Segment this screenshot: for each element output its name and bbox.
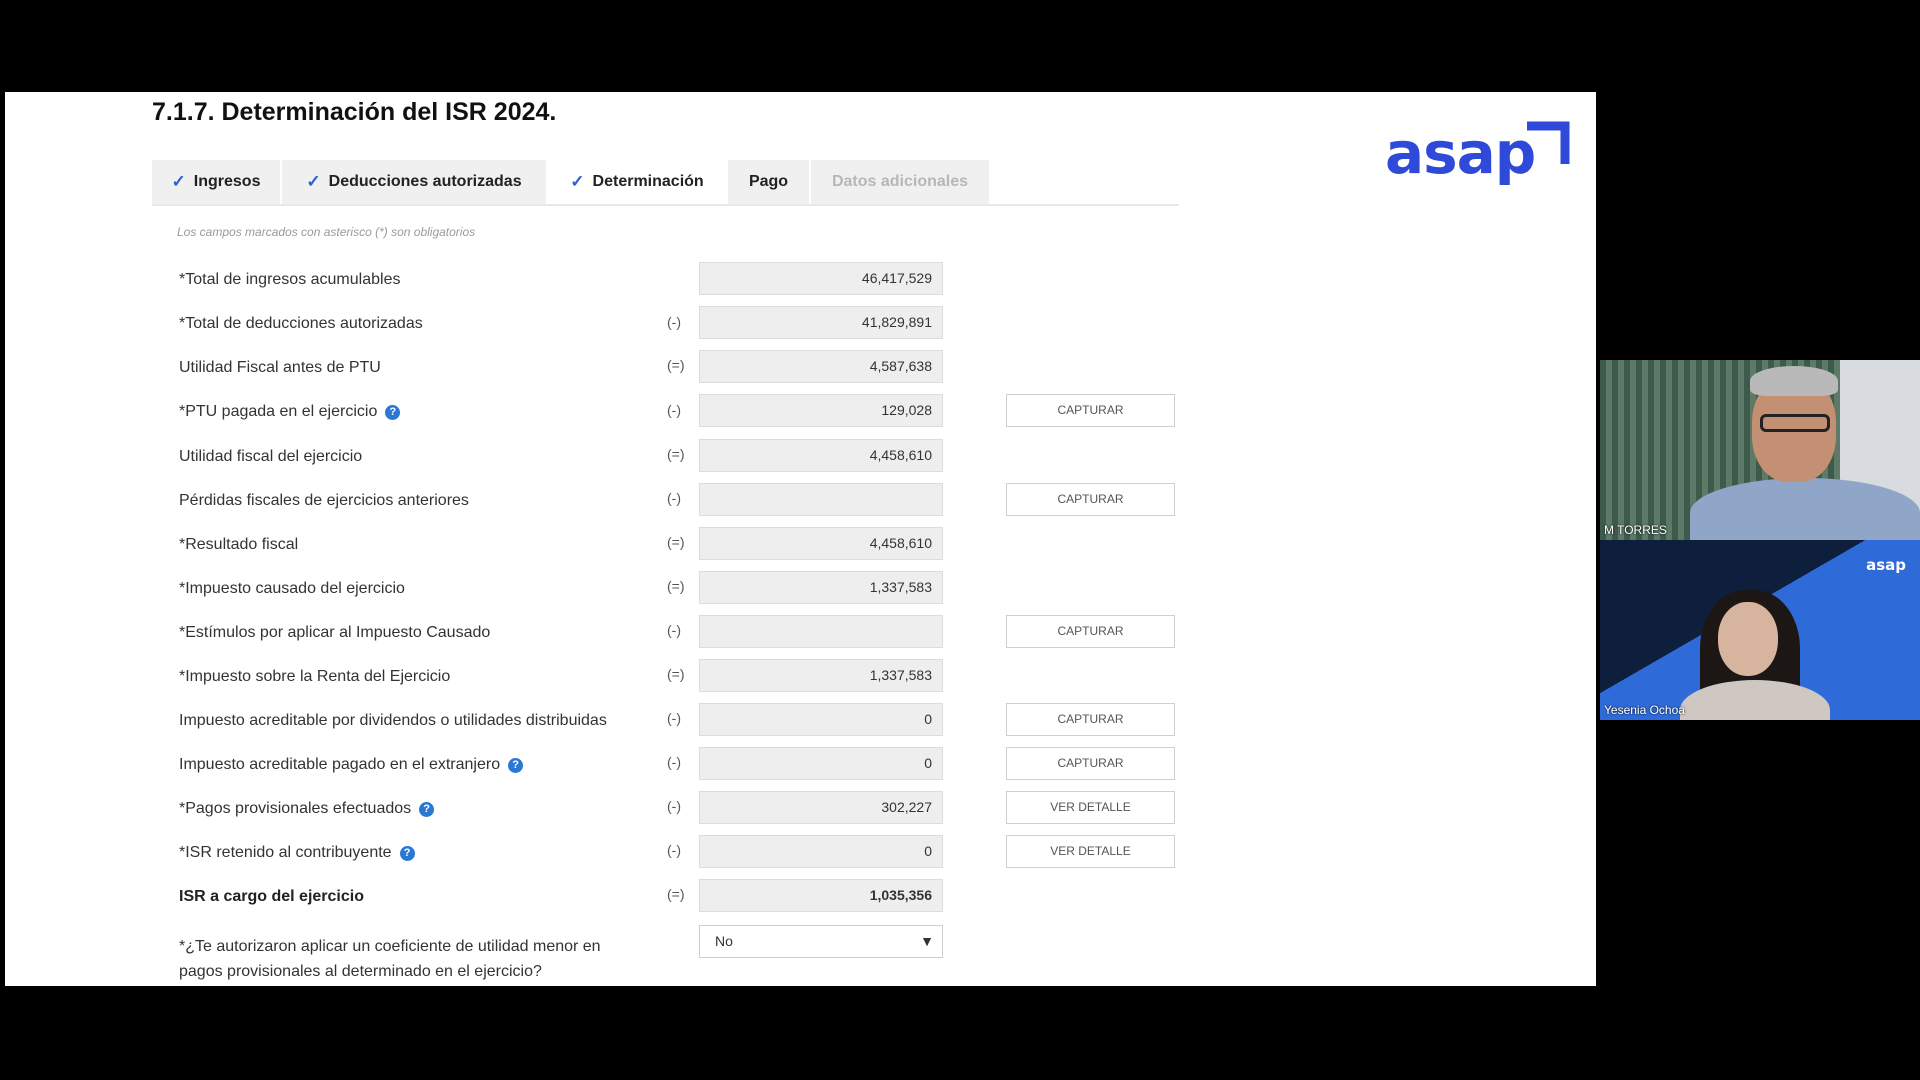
operator-label: (-) xyxy=(667,490,681,506)
operator-label: (-) xyxy=(667,314,681,330)
isr-a-cargo-field: 1,035,356 xyxy=(699,879,943,912)
row-label: Utilidad Fiscal antes de PTU xyxy=(179,359,381,376)
value-field: 1,337,583 xyxy=(699,571,943,604)
row-label: *Resultado fiscal xyxy=(179,536,299,553)
tab-deducciones-autorizadas[interactable]: ✓ Deducciones autorizadas xyxy=(282,160,548,204)
row-label-text: Impuesto acreditable pagado en el extran… xyxy=(179,756,501,773)
participant-shirt xyxy=(1690,478,1920,540)
row-label-text: *Pagos provisionales efectuados xyxy=(179,800,412,817)
operator-label: (=) xyxy=(667,534,685,550)
participant-hair xyxy=(1750,366,1838,396)
row-label-with-help: *ISR retenido al contribuyente? xyxy=(179,844,415,862)
participant-video-1: M TORRES xyxy=(1600,360,1920,540)
operator-label: (=) xyxy=(667,666,685,682)
help-icon[interactable]: ? xyxy=(385,405,401,420)
coeficiente-select[interactable]: No ▼ xyxy=(699,925,943,958)
step-tabs: ✓ Ingresos ✓ Deducciones autorizadas ✓ D… xyxy=(152,160,1179,206)
capture-estimulos-button[interactable]: CAPTURAR xyxy=(1006,615,1175,648)
operator-label: (=) xyxy=(667,446,685,462)
capture-dividendos-button[interactable]: CAPTURAR xyxy=(1006,703,1175,736)
asap-logo-small: asap xyxy=(1866,556,1906,574)
value-field: 46,417,529 xyxy=(699,262,943,295)
row-label: Impuesto acreditable por dividendos o ut… xyxy=(179,712,607,729)
page-title: 7.1.7. Determinación del ISR 2024. xyxy=(152,98,557,126)
asap-logo: asap xyxy=(1385,119,1570,190)
tab-label: Ingresos xyxy=(193,173,261,190)
brand-wordmark: asap xyxy=(1385,119,1536,187)
operator-label: (-) xyxy=(667,842,681,858)
tab-pago[interactable]: Pago xyxy=(728,160,811,204)
operator-label: (-) xyxy=(667,798,681,814)
row-label: *Total de deducciones autorizadas xyxy=(179,315,423,332)
operator-label: (-) xyxy=(667,754,681,770)
value-field: 1,337,583 xyxy=(699,659,943,692)
view-pagos-detail-button[interactable]: VER DETALLE xyxy=(1006,791,1175,824)
row-label-text: *ISR retenido al contribuyente xyxy=(179,844,392,861)
operator-label: (=) xyxy=(667,578,685,594)
operator-label: (=) xyxy=(667,357,685,373)
row-label: *Total de ingresos acumulables xyxy=(179,271,401,288)
capture-ptu-button[interactable]: CAPTURAR xyxy=(1006,394,1175,427)
check-icon: ✓ xyxy=(570,172,585,191)
participant-face xyxy=(1718,602,1778,676)
select-value: No xyxy=(715,933,733,949)
row-label: Pérdidas fiscales de ejercicios anterior… xyxy=(179,492,469,509)
help-icon[interactable]: ? xyxy=(419,802,435,817)
value-field: 302,227 xyxy=(699,791,943,824)
row-label: *Impuesto sobre la Renta del Ejercicio xyxy=(179,668,451,685)
row-label: Utilidad fiscal del ejercicio xyxy=(179,448,363,465)
check-icon: ✓ xyxy=(306,172,321,191)
capture-perdidas-button[interactable]: CAPTURAR xyxy=(1006,483,1175,516)
value-field: 0 xyxy=(699,747,943,780)
tab-determinacion[interactable]: ✓ Determinación xyxy=(548,160,728,204)
value-field: 0 xyxy=(699,835,943,868)
value-field: 4,458,610 xyxy=(699,439,943,472)
tab-datos-adicionales[interactable]: Datos adicionales xyxy=(811,160,991,204)
brand-corner-mark xyxy=(1527,121,1570,164)
row-label: *Impuesto causado del ejercicio xyxy=(179,580,405,597)
tab-label: Determinación xyxy=(592,173,704,190)
tab-label: Deducciones autorizadas xyxy=(328,173,522,190)
slide-window: 7.1.7. Determinación del ISR 2024. asap … xyxy=(5,92,1596,986)
view-retenido-detail-button[interactable]: VER DETALLE xyxy=(1006,835,1175,868)
participant-name: Yesenia Ochoa xyxy=(1604,703,1685,717)
participant-video-2: asap Yesenia Ochoa xyxy=(1600,540,1920,720)
participant-name: M TORRES xyxy=(1604,523,1667,537)
row-label-with-help: *Pagos provisionales efectuados? xyxy=(179,800,435,818)
chevron-down-icon: ▼ xyxy=(920,933,934,949)
operator-label: (-) xyxy=(667,710,681,726)
required-fields-note: Los campos marcados con asterisco (*) so… xyxy=(177,225,476,239)
value-field: 129,028 xyxy=(699,394,943,427)
glasses xyxy=(1760,414,1830,432)
help-icon[interactable]: ? xyxy=(399,846,415,861)
operator-label: (-) xyxy=(667,622,681,638)
row-label: ISR a cargo del ejercicio xyxy=(179,888,364,905)
tab-label: Datos adicionales xyxy=(831,173,969,190)
value-field xyxy=(699,615,943,648)
value-field: 4,458,610 xyxy=(699,527,943,560)
value-field: 0 xyxy=(699,703,943,736)
row-label: *Estímulos por aplicar al Impuesto Causa… xyxy=(179,624,491,641)
operator-label: (=) xyxy=(667,886,685,902)
row-label-text: *PTU pagada en el ejercicio xyxy=(179,403,378,420)
check-icon: ✓ xyxy=(171,172,186,191)
help-icon[interactable]: ? xyxy=(508,758,524,773)
operator-label: (-) xyxy=(667,402,681,418)
capture-extranjero-button[interactable]: CAPTURAR xyxy=(1006,747,1175,780)
tab-ingresos[interactable]: ✓ Ingresos xyxy=(152,160,282,204)
coeficiente-question: *¿Te autorizaron aplicar un coeficiente … xyxy=(179,938,601,980)
value-field xyxy=(699,483,943,516)
value-field: 4,587,638 xyxy=(699,350,943,383)
value-field: 41,829,891 xyxy=(699,306,943,339)
tab-label: Pago xyxy=(748,173,789,190)
row-label-with-help: Impuesto acreditable pagado en el extran… xyxy=(179,756,524,774)
row-label-with-help: *PTU pagada en el ejercicio? xyxy=(179,403,401,421)
